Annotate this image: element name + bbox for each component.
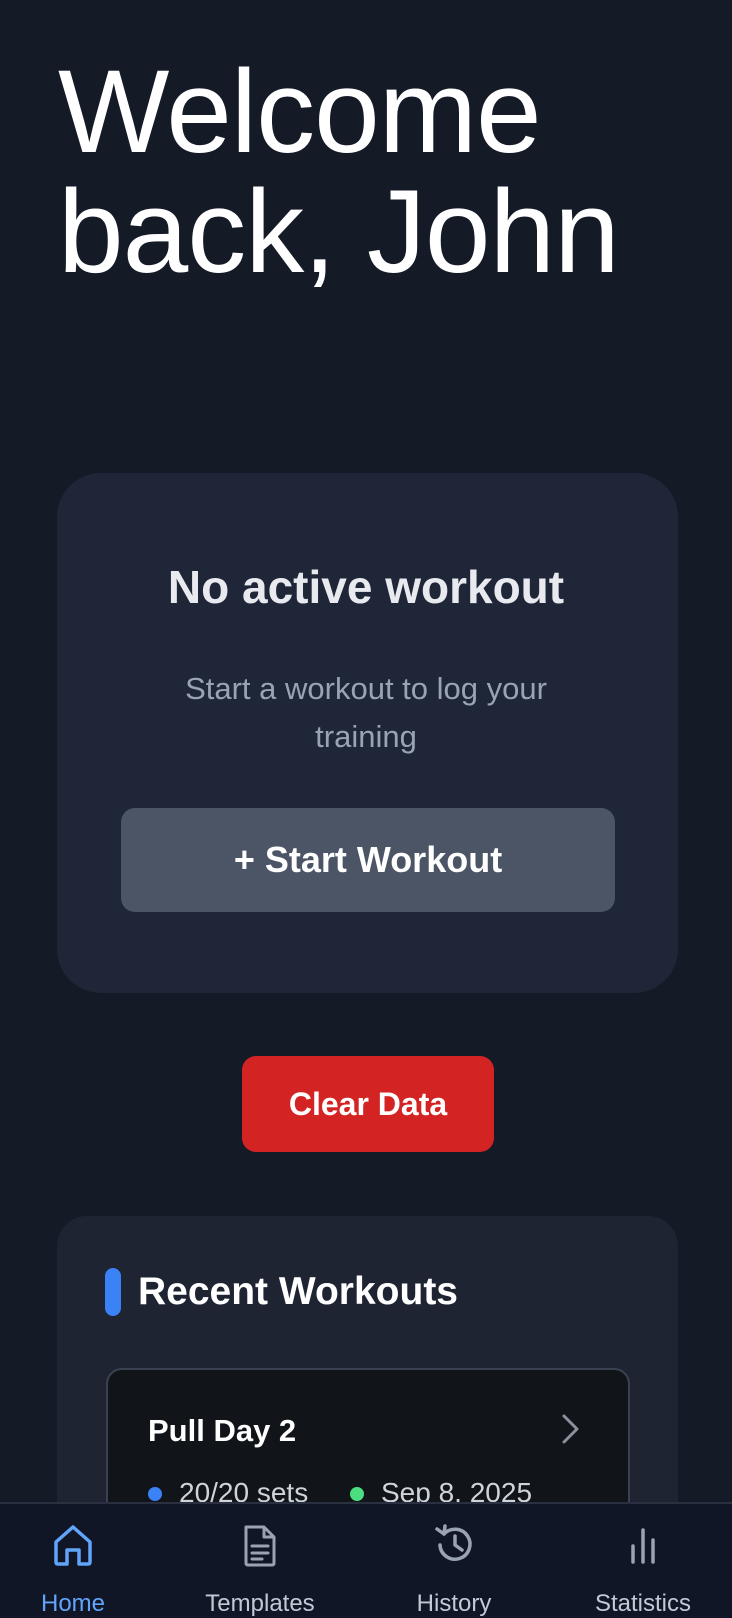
history-icon [435,1524,472,1561]
nav-item-templates[interactable]: Templates [195,1502,325,1618]
nav-label-statistics: Statistics [594,1590,692,1617]
page-title: Welcome back, John [58,52,698,292]
nav-item-home[interactable]: Home [20,1502,126,1618]
home-icon [54,1525,92,1566]
active-workout-subtitle: Start a workout to log your training [185,671,547,754]
workout-name: Pull Day 2 [148,1413,297,1448]
chevron-right-icon [562,1414,579,1444]
clear-data-button[interactable]: Clear Data [242,1056,494,1152]
document-icon [244,1525,276,1567]
welcome-line-1: Welcome [58,46,542,178]
bar-chart-icon [631,1528,655,1564]
nav-item-statistics[interactable]: Statistics [590,1502,696,1618]
sets-indicator-dot [148,1487,162,1501]
nav-label-history: History [416,1590,492,1617]
nav-item-history[interactable]: History [400,1502,508,1618]
nav-label-templates: Templates [205,1590,315,1617]
welcome-line-2: back, John [58,166,620,298]
home-screen: Welcome back, John No active workout Sta… [0,0,732,1618]
recent-workouts-title: Recent Workouts [138,1270,458,1313]
active-workout-title: No active workout [167,561,565,613]
section-accent-bar [105,1268,121,1316]
start-workout-button[interactable]: + Start Workout [121,808,615,912]
nav-label-home: Home [40,1590,106,1617]
date-indicator-dot [350,1487,364,1501]
